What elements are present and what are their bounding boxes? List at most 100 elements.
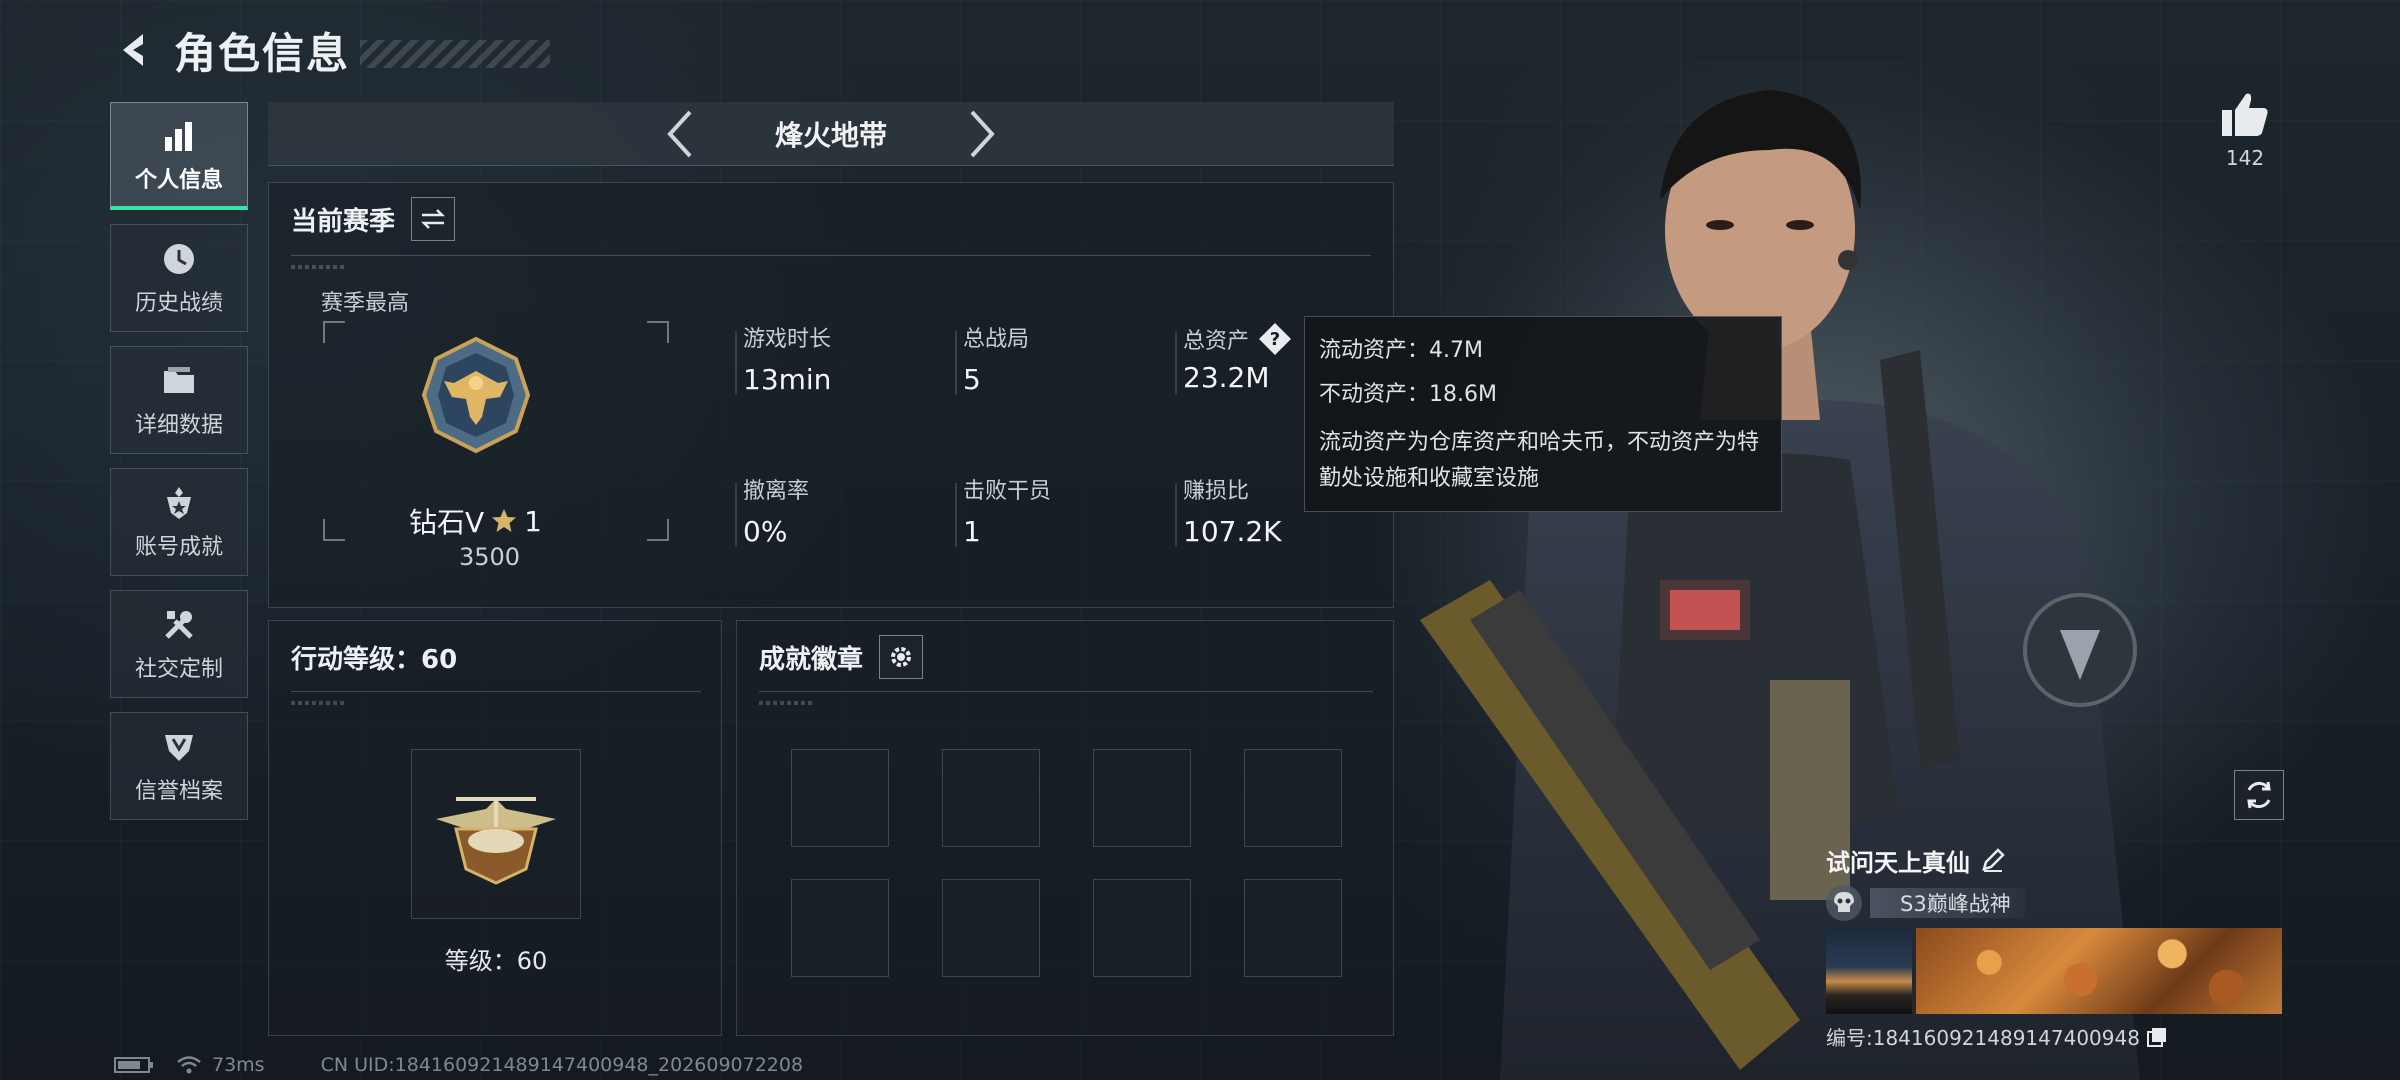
mode-selector: 烽火地带	[268, 102, 1394, 166]
stat-value: 1	[963, 515, 981, 548]
stat-divider	[1175, 483, 1177, 547]
ping-value: 73ms	[212, 1054, 265, 1076]
player-name-row: 试问天上真仙	[1826, 842, 2286, 878]
frame-corner	[323, 519, 345, 541]
achievements-panel: 成就徽章	[736, 620, 1394, 1036]
page-header: 角色信息	[110, 20, 551, 80]
stat-value: 23.2M	[1183, 361, 1270, 394]
frame-corner	[323, 321, 345, 343]
nav-label: 信誉档案	[134, 779, 223, 804]
stat-total-assets: 总资产 ? 23.2M	[1175, 321, 1293, 395]
gear-icon	[891, 647, 912, 667]
mode-next-button[interactable]	[961, 109, 1005, 159]
tooltip-note: 流动资产为仓库资产和哈夫币，不动资产为特勤处设施和收藏室设施	[1319, 430, 1760, 491]
stat-value: 0%	[743, 515, 788, 548]
diamond-rank-emblem	[421, 336, 531, 454]
rank-score: 3500	[459, 543, 521, 571]
rank-name: 钻石V	[409, 506, 485, 539]
badge-slot[interactable]	[1093, 749, 1191, 847]
player-id-row: 编号:184160921489147400948	[1826, 1022, 2286, 1051]
badge-slot[interactable]	[1244, 879, 1342, 977]
season-switch-button[interactable]	[411, 197, 456, 241]
stat-divider	[1175, 331, 1177, 395]
stat-divider	[955, 483, 957, 547]
achievements-settings-button[interactable]	[879, 635, 924, 679]
clock-icon	[159, 239, 199, 279]
stat-play-time: 游戏时长 13min	[735, 321, 831, 396]
badge-slot[interactable]	[942, 879, 1040, 977]
helicopter-emblem-icon	[436, 797, 556, 885]
achievements-title: 成就徽章	[759, 644, 864, 675]
rank-stars: 1	[524, 504, 542, 538]
back-arrow-icon	[123, 34, 143, 66]
badge-slot[interactable]	[942, 749, 1040, 847]
stat-label: 总战局	[963, 327, 1030, 352]
refresh-button[interactable]	[2234, 770, 2284, 820]
svg-text:?: ?	[1270, 329, 1280, 350]
copy-icon[interactable]	[2146, 1026, 2168, 1048]
divider-accent	[291, 265, 347, 269]
battery-indicator	[114, 1056, 154, 1074]
player-title-row: S3巅峰战神	[1826, 884, 2286, 922]
level-label: 等级：60	[444, 947, 548, 975]
chevron-right-icon	[970, 110, 995, 157]
season-title: 当前赛季	[291, 206, 396, 237]
medal-icon	[159, 483, 199, 523]
mode-name: 烽火地带	[774, 118, 887, 152]
nav-item-social-custom[interactable]: 社交定制	[110, 590, 248, 698]
divider	[759, 691, 1373, 692]
stat-divider	[735, 483, 737, 547]
network-indicator: 73ms	[176, 1054, 265, 1076]
nav-label: 个人信息	[134, 167, 223, 193]
stat-label: 撤离率	[743, 479, 810, 504]
nav-item-match-history[interactable]: 历史战绩	[110, 224, 248, 332]
stat-label: 击败干员	[963, 479, 1052, 504]
stat-label-row: 总资产 ?	[1183, 321, 1293, 357]
rank-row: 钻石V 1	[409, 501, 542, 541]
divider-accent	[759, 701, 815, 705]
divider-accent	[291, 701, 347, 705]
nav-label: 历史战绩	[134, 291, 223, 316]
frame-corner	[647, 321, 669, 343]
nav-item-detailed-data[interactable]: 详细数据	[110, 346, 248, 454]
help-icon[interactable]: ?	[1257, 321, 1293, 357]
stat-label: 赚损比	[1183, 479, 1250, 504]
divider	[291, 255, 1371, 256]
avatar[interactable]	[1826, 928, 1912, 1014]
wifi-icon	[177, 1056, 201, 1074]
star-icon	[492, 509, 517, 532]
stat-label: 总资产	[1183, 329, 1250, 354]
like-button[interactable]: 142	[2210, 90, 2280, 170]
nav-label: 社交定制	[134, 657, 223, 682]
stat-extract-rate: 撤离率 0%	[735, 473, 810, 548]
stat-operators-defeated: 击败干员 1	[955, 473, 1052, 548]
profile-banner[interactable]	[1916, 928, 2282, 1014]
level-badge-frame[interactable]	[411, 749, 581, 919]
tooltip-fixed-assets: 不动资产：18.6M	[1319, 382, 1497, 407]
player-card: 试问天上真仙 S3巅峰战神 编号:184160921489147400948	[1826, 842, 2286, 1051]
player-id: 编号:184160921489147400948	[1826, 1026, 2140, 1050]
player-name: 试问天上真仙	[1826, 848, 1970, 877]
like-count: 142	[2225, 146, 2265, 170]
edit-icon[interactable]	[1980, 847, 2006, 873]
badge-slot[interactable]	[1093, 879, 1191, 977]
season-panel: 当前赛季 赛季最高 钻石V 1 3500 游戏时长 13min 总战局 5 总资…	[268, 182, 1394, 608]
badge-slot[interactable]	[791, 879, 889, 977]
refresh-icon	[2247, 781, 2271, 809]
bar-chart-icon	[159, 116, 199, 156]
nav-item-personal-info[interactable]: 个人信息	[110, 102, 248, 210]
tooltip-liquid-assets: 流动资产：4.7M	[1319, 338, 1483, 363]
nav-label: 账号成就	[134, 535, 223, 560]
back-button[interactable]	[110, 25, 160, 75]
stat-divider	[955, 331, 957, 395]
nav-item-reputation[interactable]: 信誉档案	[110, 712, 248, 820]
nav-item-achievements[interactable]: 账号成就	[110, 468, 248, 576]
player-title: S3巅峰战神	[1870, 888, 2025, 918]
page-title: 角色信息	[174, 28, 351, 78]
badge-slot[interactable]	[791, 749, 889, 847]
frame-corner	[647, 519, 669, 541]
badge-slot[interactable]	[1244, 749, 1342, 847]
mode-prev-button[interactable]	[657, 109, 701, 159]
stat-total-matches: 总战局 5	[955, 321, 1030, 396]
shield-icon	[159, 727, 199, 767]
